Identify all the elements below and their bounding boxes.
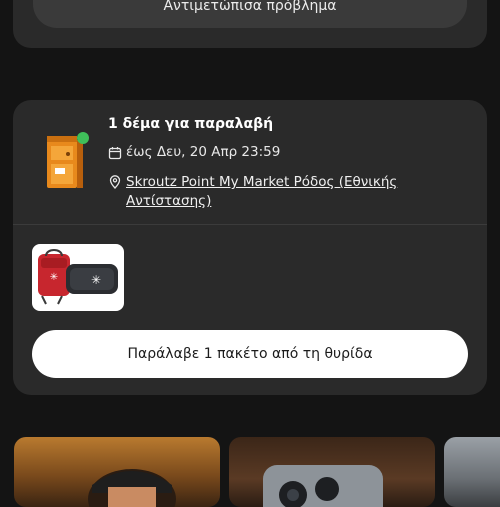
- location-pin-icon: [109, 175, 121, 189]
- status-dot-icon: [77, 132, 89, 144]
- pickup-title: 1 δέμα για παραλαβή: [108, 116, 274, 132]
- person-with-cap-photo[interactable]: [14, 437, 220, 507]
- pickup-deadline-row: έως Δευ, 20 Απρ 23:59: [108, 144, 280, 160]
- calendar-icon: [108, 147, 122, 160]
- pickup-location-link[interactable]: Skroutz Point My Market Ρόδος (Εθνικής Α…: [126, 173, 408, 211]
- phone-camera-photo[interactable]: [229, 437, 435, 507]
- collect-package-button[interactable]: Παράλαβε 1 πακέτο από τη θυρίδα: [32, 330, 468, 378]
- pickup-location-row: Skroutz Point My Market Ρόδος (Εθνικής Α…: [108, 173, 408, 211]
- pickup-card: 1 δέμα για παραλαβή έως Δευ, 20 Απρ 23:5…: [13, 100, 487, 395]
- divider: [13, 224, 487, 225]
- report-problem-button[interactable]: Αντιμετώπισα πρόβλημα: [33, 0, 467, 28]
- backpack-and-case-image[interactable]: ✳ ✳: [32, 244, 124, 311]
- svg-text:✳: ✳: [50, 272, 58, 283]
- partial-photo[interactable]: [444, 437, 500, 507]
- svg-text:✳: ✳: [91, 273, 101, 287]
- pickup-deadline: έως Δευ, 20 Απρ 23:59: [126, 144, 281, 160]
- parcel-locker-icon: [47, 132, 89, 188]
- previous-order-card: Αντιμετώπισα πρόβλημα: [13, 0, 487, 48]
